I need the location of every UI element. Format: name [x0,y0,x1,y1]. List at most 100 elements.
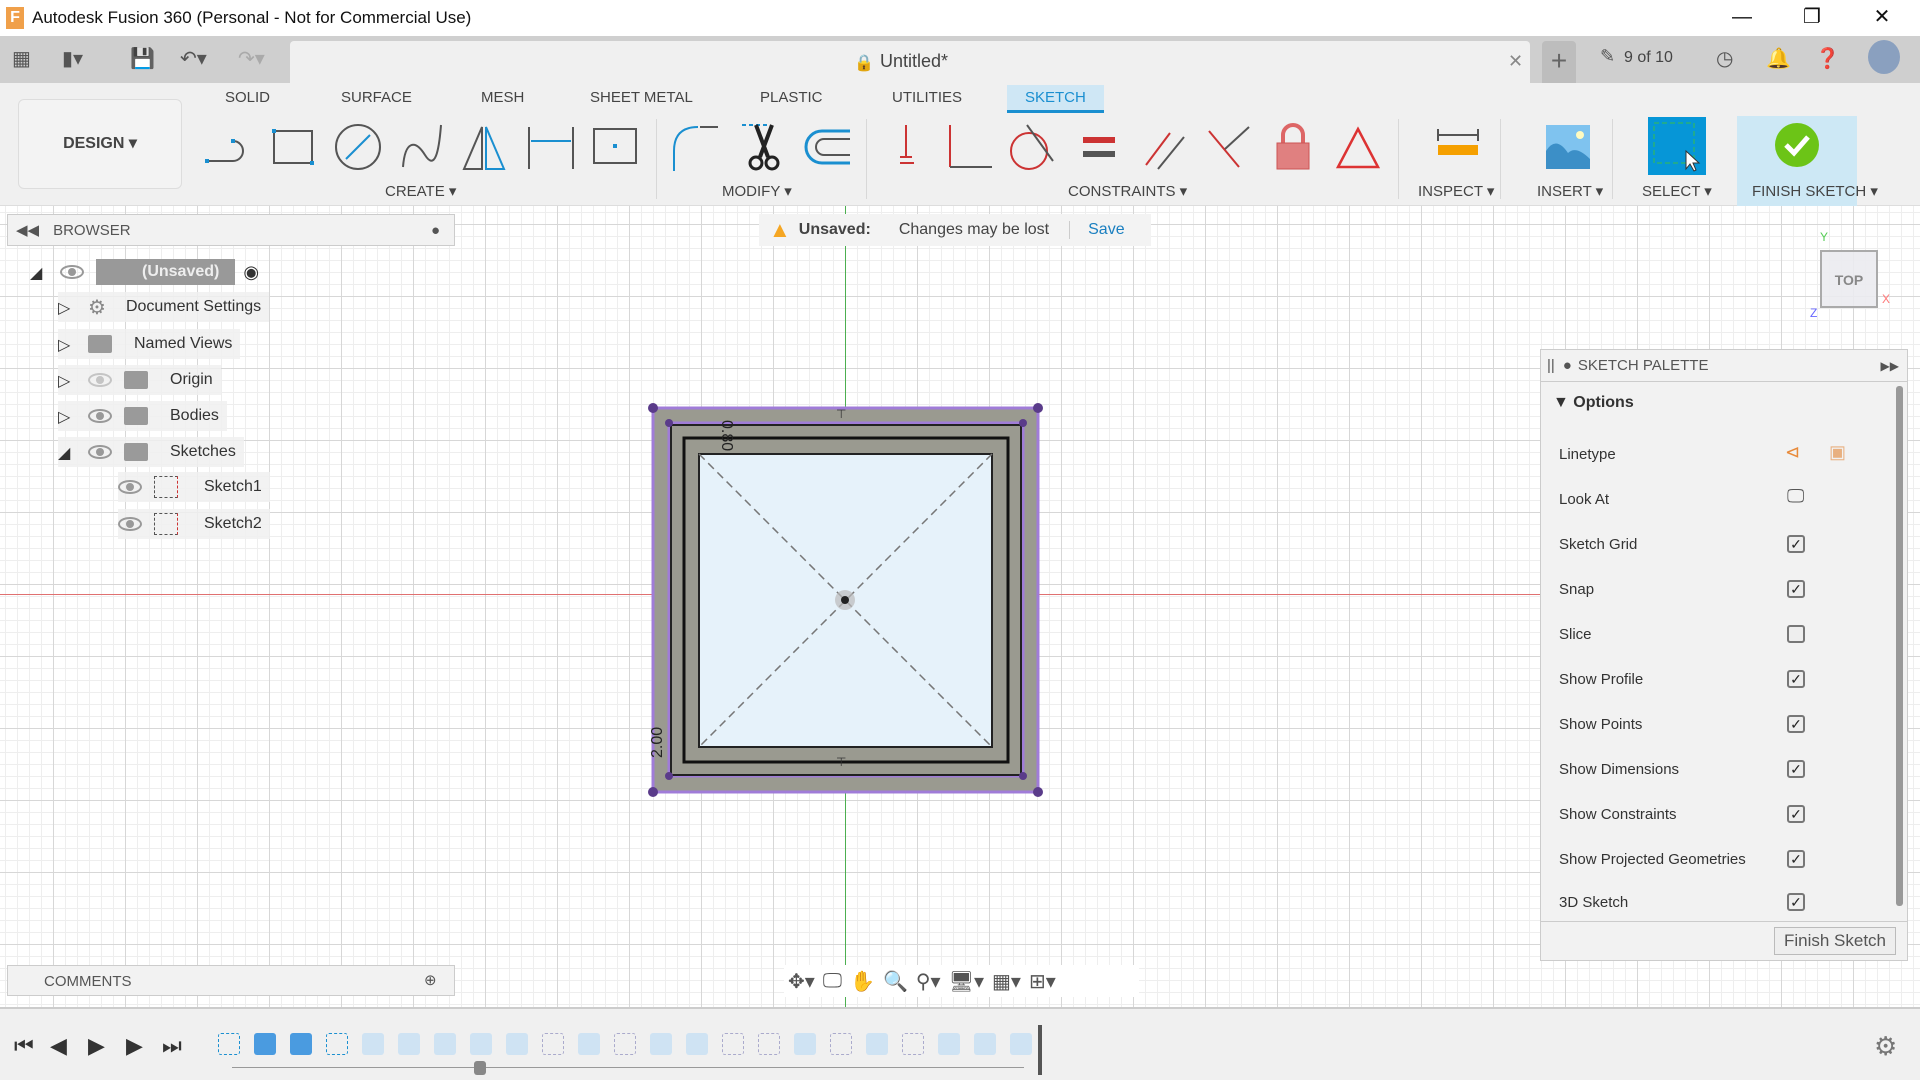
restore-button[interactable]: ❐ [1782,0,1842,36]
dimension-bottom[interactable]: 2.00 [649,727,666,758]
centerline-linetype-icon[interactable]: ▣ [1829,442,1846,463]
measure-ruler-icon[interactable] [1432,121,1484,173]
tree-item-sketch2[interactable]: Sketch2 [118,509,270,539]
redo-icon[interactable]: ↷▾ [238,46,265,71]
look-at-view-icon[interactable]: 🖵 [823,970,842,993]
timeline-other-feature-icon[interactable] [506,1033,528,1055]
palette-expand-icon[interactable]: ▶▶ [1881,359,1899,373]
mirror-tool-icon[interactable] [460,121,512,173]
timeline-extrude-feature-icon[interactable] [398,1033,420,1055]
zoom-icon[interactable]: 🔍 [883,969,908,994]
equal-constraint-icon[interactable] [1075,121,1127,173]
show-points-checkbox[interactable]: ✓ [1787,715,1805,733]
sketch-grid-checkbox[interactable]: ✓ [1787,535,1805,553]
fit-window-icon[interactable]: ⚲▾ [916,969,941,994]
show-profile-checkbox[interactable]: ✓ [1787,670,1805,688]
offset-tool-icon[interactable] [802,121,854,173]
symmetry-constraint-icon[interactable] [1332,121,1384,173]
tab-sketch[interactable]: SKETCH [1007,85,1104,113]
dimension-top[interactable]: 0.80 [718,420,735,451]
perpendicular-lines-constraint-icon[interactable] [1203,121,1255,173]
perpendicular-constraint-icon[interactable] [944,121,996,173]
tab-plastic[interactable]: PLASTIC [760,89,823,106]
document-tab[interactable]: 🔒 Untitled* ✕ [290,41,1530,83]
timeline-playhead[interactable] [1038,1025,1042,1075]
viewports-icon[interactable]: ⊞▾ [1029,969,1056,994]
go-to-end-button[interactable]: ⏭ [162,1033,182,1059]
timeline-pattern-feature-icon[interactable] [470,1033,492,1055]
tree-item-named-views[interactable]: ▷Named Views [58,329,240,359]
timeline-extrude-feature-icon[interactable] [938,1033,960,1055]
timeline-extrude-feature-icon[interactable] [794,1033,816,1055]
tab-solid[interactable]: SOLID [225,89,270,106]
timeline-extrude-feature-icon[interactable] [290,1033,312,1055]
file-menu-icon[interactable]: ▮▾ [62,46,83,71]
3d-sketch-checkbox[interactable]: ✓ [1787,893,1805,911]
tangent-constraint-icon[interactable] [1007,121,1059,173]
expand-icon[interactable]: ▷ [58,371,72,389]
fix-constraint-icon[interactable] [880,121,932,173]
lock-constraint-icon[interactable] [1267,121,1319,173]
display-settings-icon[interactable]: 🖥▾ [949,969,984,994]
construction-linetype-icon[interactable]: ⊲ [1785,442,1800,463]
document-count[interactable]: 9 of 10 [1624,49,1673,67]
grid-settings-icon[interactable]: ▦▾ [992,969,1021,994]
timeline-extrude-feature-icon[interactable] [434,1033,456,1055]
trim-scissors-icon[interactable] [738,121,790,173]
settings-gear-icon[interactable]: ⚙ [1874,1031,1897,1062]
dimension-tool-icon[interactable] [525,121,577,173]
fillet-tool-icon[interactable] [670,121,722,173]
pan-hand-icon[interactable]: ✋ [850,969,875,994]
timeline-sketch-feature-icon[interactable] [902,1033,924,1055]
circle-tool-icon[interactable] [332,121,384,173]
rectangle-tool-icon[interactable] [266,121,318,173]
timeline-extrude-feature-icon[interactable] [686,1033,708,1055]
help-icon[interactable]: ❓ [1815,46,1840,71]
line-tool-icon[interactable] [203,121,255,173]
timeline-sketch-feature-icon[interactable] [722,1033,744,1055]
expanded-icon[interactable]: ◢ [58,443,72,461]
visibility-eye-icon[interactable] [88,445,112,459]
timeline-sketch-feature-icon[interactable] [326,1033,348,1055]
tab-mesh[interactable]: MESH [481,89,524,106]
tree-item-sketch1[interactable]: Sketch1 [118,472,270,502]
origin-point[interactable] [841,596,849,604]
visibility-eye-icon[interactable] [118,480,142,494]
timeline-sketch-feature-icon[interactable] [830,1033,852,1055]
timeline-thread-feature-icon[interactable] [974,1033,996,1055]
minimize-button[interactable]: — [1712,0,1772,36]
show-dimensions-checkbox[interactable]: ✓ [1787,760,1805,778]
sketch-geometry[interactable]: ⊤ ⊤ 0.80 2.00 [640,386,1060,806]
workspace-switcher[interactable]: DESIGN ▾ [18,99,182,189]
visibility-eye-icon[interactable] [88,409,112,423]
close-window-button[interactable]: ✕ [1852,0,1912,36]
job-status-icon[interactable]: ✎ [1600,46,1615,67]
parallel-constraint-icon[interactable] [1140,121,1192,173]
play-button[interactable]: ▶ [88,1033,105,1059]
visibility-eye-icon[interactable] [118,517,142,531]
select-menu[interactable]: SELECT ▾ [1642,182,1712,200]
inspect-menu[interactable]: INSPECT ▾ [1418,182,1494,200]
collapse-browser-icon[interactable]: ◀◀ [16,221,39,239]
orbit-icon[interactable]: ✥▾ [788,969,815,994]
create-menu[interactable]: CREATE ▾ [385,182,456,200]
tab-surface[interactable]: SURFACE [341,89,412,106]
timeline-extrude-feature-icon[interactable] [254,1033,276,1055]
timeline-other-feature-icon[interactable] [362,1033,384,1055]
timeline-sketch-feature-icon[interactable] [614,1033,636,1055]
slice-checkbox[interactable] [1787,625,1805,643]
tree-item-root[interactable]: ◢ (Unsaved) ◉ [30,257,267,287]
notification-bell-icon[interactable]: 🔔 [1766,46,1791,71]
select-tool-icon[interactable] [1648,117,1706,175]
view-cube-face-top[interactable]: TOP [1835,272,1864,288]
save-icon[interactable]: 💾 [130,46,155,71]
look-at-icon[interactable]: 🖵 [1787,486,1804,507]
activate-radio-icon[interactable]: ◉ [243,262,259,283]
view-cube[interactable]: TOP [1820,250,1878,308]
add-comment-icon[interactable]: ⊕ [424,971,437,989]
save-link[interactable]: Save [1069,221,1124,239]
go-to-start-button[interactable]: ⏮ [14,1033,34,1059]
timeline-sketch-feature-icon[interactable] [542,1033,564,1055]
modify-menu[interactable]: MODIFY ▾ [722,182,792,200]
data-panel-grid-icon[interactable]: ▦ [12,46,31,71]
